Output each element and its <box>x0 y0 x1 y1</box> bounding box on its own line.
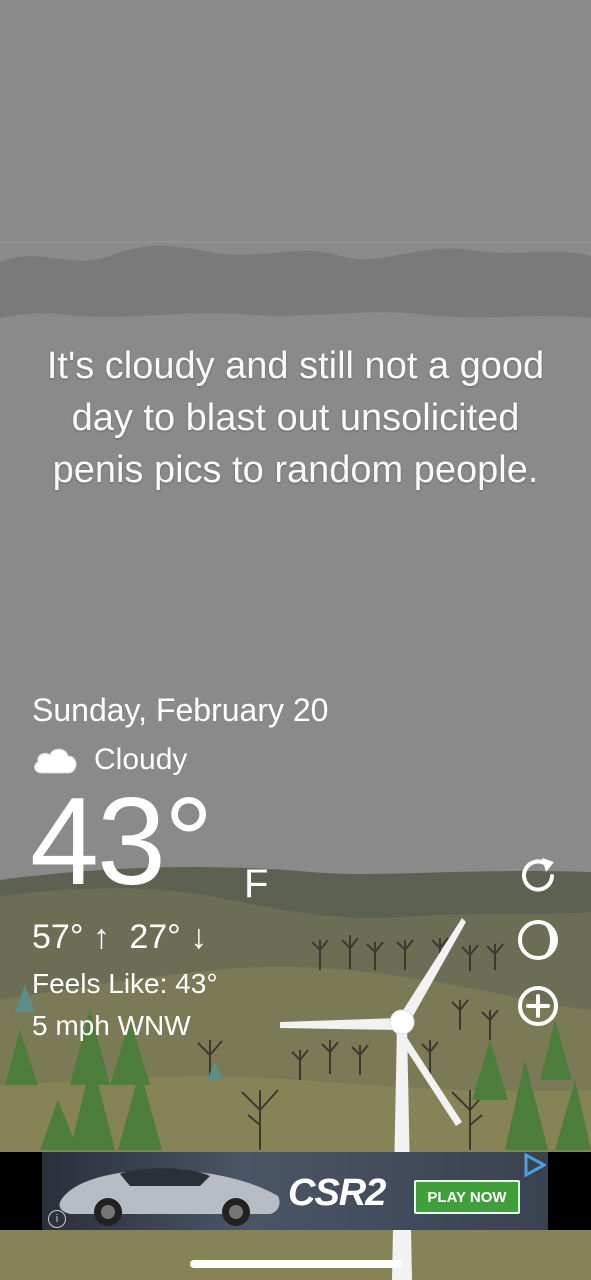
up-arrow-icon: ↑ <box>92 918 110 956</box>
background-scene <box>0 0 591 1280</box>
refresh-icon <box>522 858 554 892</box>
dark-mode-button[interactable] <box>514 916 562 964</box>
date-label: Sunday, February 20 <box>32 692 329 728</box>
ad-play-now-button[interactable]: PLAY NOW <box>414 1180 520 1214</box>
ad-choices-icon[interactable] <box>522 1153 546 1177</box>
ad-creative[interactable]: CSR2 PLAY NOW <box>42 1152 548 1230</box>
down-arrow-icon: ↓ <box>190 918 208 956</box>
weather-message: It's cloudy and still not a good day to … <box>46 345 545 491</box>
wind-speed: 5 mph WNW <box>32 1010 191 1041</box>
add-location-button[interactable] <box>514 982 562 1030</box>
ad-info-icon[interactable]: i <box>48 1210 66 1228</box>
refresh-button[interactable] <box>514 852 562 900</box>
condition-label: Cloudy <box>94 743 188 776</box>
ad-banner[interactable]: CSR2 PLAY NOW <box>0 1152 591 1230</box>
feels-like: Feels Like: 43° <box>32 968 218 999</box>
dark-mode-icon <box>518 920 558 960</box>
home-indicator[interactable] <box>190 1260 402 1268</box>
low-temp: 27° <box>129 918 181 956</box>
car-image <box>59 1168 280 1226</box>
current-temperature: 43° <box>30 773 214 911</box>
temperature-unit: F <box>244 862 269 906</box>
add-icon <box>518 986 558 1026</box>
high-low: 57° ↑ 27° ↓ <box>32 918 207 957</box>
high-temp: 57° <box>32 918 84 956</box>
cloud-icon <box>34 748 77 774</box>
ad-brand: CSR2 <box>288 1172 386 1214</box>
